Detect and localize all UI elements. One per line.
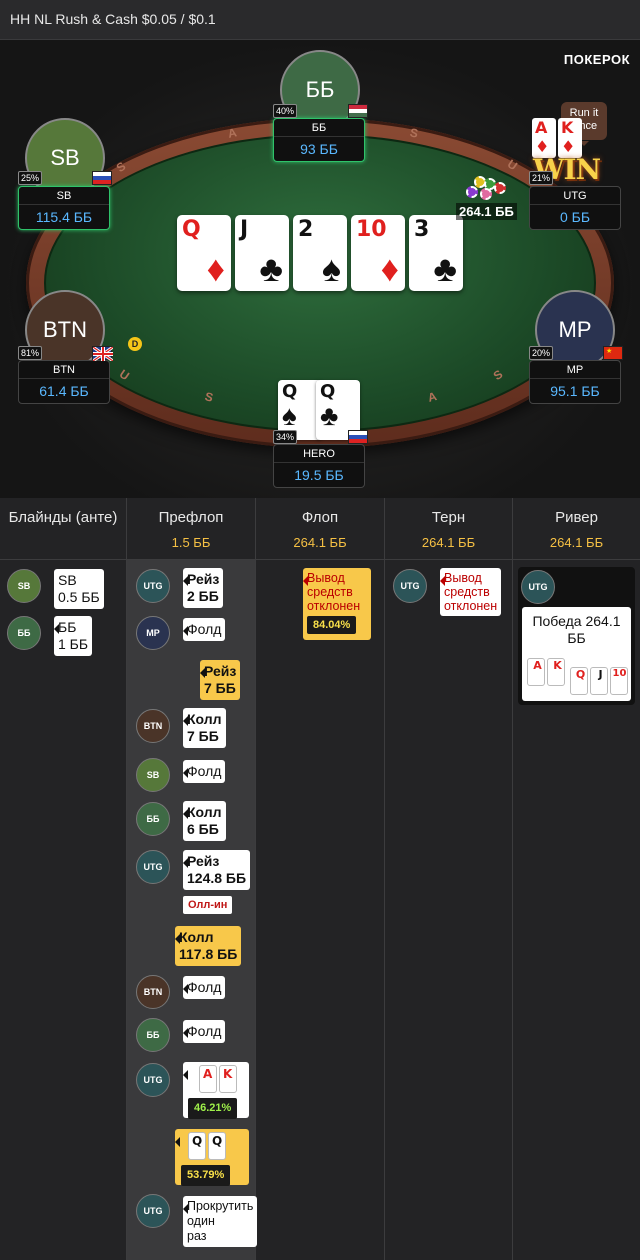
action-bubble: Рейз 2 ББ: [183, 568, 224, 608]
hand-history: Блайнды (анте) SB SB 0.5 ББ ББ ББ 1 ББ Пре…: [0, 498, 640, 1260]
action-bubble: Фолд: [182, 618, 226, 641]
position-badge: SB: [7, 569, 41, 603]
position-badge: MP: [136, 616, 170, 650]
showdown-bubble: A K 46.21%: [183, 1062, 249, 1119]
pot-amount: 264.1 ББ: [456, 203, 517, 220]
position-badge: UTG: [136, 569, 170, 603]
position-badge: UTG: [393, 569, 427, 603]
flag-russia-icon: [92, 171, 112, 185]
vpip-badge: 21%: [529, 171, 554, 185]
flag-russia-icon: [348, 430, 368, 444]
action-bubble: Фолд: [182, 976, 226, 999]
history-column-flop: Флоп 264.1 ББ Вывод средств отклонен 84.04…: [256, 498, 385, 1260]
action-bubble: ББ 1 ББ: [54, 616, 93, 656]
seat-plate-btn[interactable]: BTN 61.4 ББ: [18, 360, 110, 404]
position-badge: UTG: [136, 850, 170, 884]
withdraw-declined-bubble: Вывод средств отклонен: [440, 568, 502, 616]
action-bubble: Рейз 124.8 ББ: [183, 850, 251, 890]
vpip-badge: 20%: [529, 346, 554, 360]
flag-hungary-icon: [348, 104, 368, 118]
vpip-badge: 81%: [18, 346, 43, 360]
action-bubble: Фолд: [182, 760, 226, 783]
hero-showdown-bubble: Q Q 53.79%: [175, 1129, 249, 1186]
vpip-badge: 34%: [273, 430, 298, 444]
hero-action-bubble: Рейз 7 ББ: [200, 660, 241, 700]
position-badge: SB: [136, 758, 170, 792]
position-badge: BTN: [136, 975, 170, 1009]
equity-badge: 53.79%: [181, 1165, 231, 1186]
board-card: 3 ♣: [409, 215, 463, 291]
pot-chips-icon: [460, 176, 510, 204]
vpip-badge: 25%: [18, 171, 43, 185]
history-column-river: Ривер 264.1 ББ UTG Победа 264.1 ББ A K Q …: [513, 498, 640, 1260]
hero-action-bubble: Колл 117.8 ББ: [175, 926, 242, 966]
history-column-blinds: Блайнды (анте) SB SB 0.5 ББ ББ ББ 1 ББ: [0, 498, 127, 1260]
board-card: 10 ♦: [351, 215, 405, 291]
all-in-tag: Олл-ин: [183, 896, 233, 914]
flag-china-icon: ★: [603, 346, 623, 360]
win-box: Победа 264.1 ББ A K Q J 10: [522, 607, 631, 701]
position-badge: ББ: [7, 616, 41, 650]
flag-uk-icon: [92, 345, 114, 363]
position-badge: UTG: [521, 570, 555, 604]
seat-plate-utg[interactable]: UTG 0 ББ: [529, 186, 621, 230]
history-column-turn: Терн 264.1 ББ UTG Вывод средств отклонен: [385, 498, 513, 1260]
seat-plate-sb[interactable]: SB 115.4 ББ: [18, 186, 110, 230]
poker-table: S A S U U S A S ПОКЕРОК Run it Once Q ♦ …: [0, 40, 640, 498]
equity-badge: 84.04%: [307, 616, 357, 634]
vpip-badge: 40%: [273, 104, 298, 118]
position-badge: UTG: [136, 1194, 170, 1228]
seat-plate-bb[interactable]: ББ 93 ББ: [273, 118, 365, 162]
pokerok-logo: ПОКЕРОК: [563, 52, 630, 67]
position-badge: ББ: [136, 802, 170, 836]
withdraw-declined-bubble: Вывод средств отклонен 84.04%: [303, 568, 371, 640]
dealer-button: D: [128, 337, 142, 351]
board-card: 2 ♠: [293, 215, 347, 291]
board-card: J ♣: [235, 215, 289, 291]
position-badge: ББ: [136, 1018, 170, 1052]
action-bubble: Прокрутить один раз: [183, 1196, 258, 1247]
action-bubble: Фолд: [182, 1020, 226, 1043]
position-badge: UTG: [136, 1063, 170, 1097]
seat-plate-mp[interactable]: MP 95.1 ББ: [529, 360, 621, 404]
board-card: Q ♦: [177, 215, 231, 291]
title-bar: HH NL Rush & Cash $0.05 / $0.1: [0, 0, 640, 40]
action-bubble: Колл 6 ББ: [183, 801, 226, 841]
hand-title: HH NL Rush & Cash $0.05 / $0.1: [10, 11, 216, 27]
winner-panel: UTG Победа 264.1 ББ A K Q J 10: [518, 567, 635, 705]
action-bubble: SB 0.5 ББ: [54, 569, 104, 609]
action-bubble: Колл 7 ББ: [183, 708, 226, 748]
position-badge: BTN: [136, 709, 170, 743]
history-column-preflop: Префлоп 1.5 ББ UTG Рейз 2 ББ MP Фолд Рейз…: [127, 498, 258, 1260]
seat-plate-hero[interactable]: HERO 19.5 ББ: [273, 444, 365, 488]
equity-badge: 46.21%: [188, 1098, 238, 1119]
